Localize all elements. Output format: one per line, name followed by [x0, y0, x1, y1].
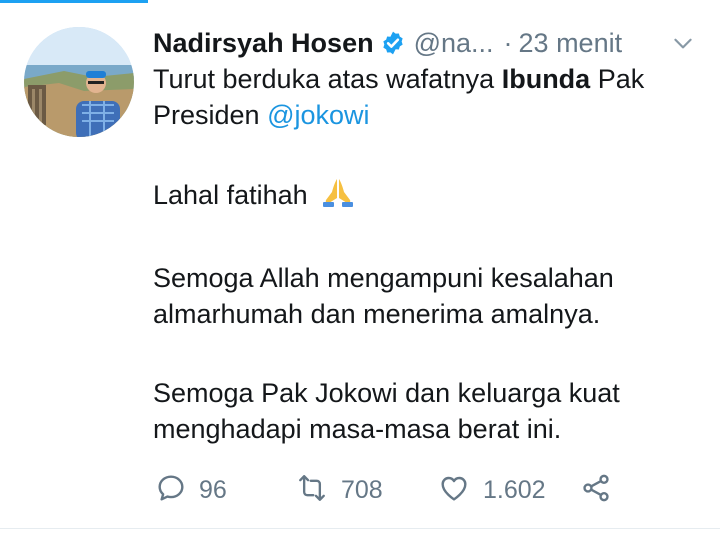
avatar[interactable]	[24, 27, 134, 137]
reply-count: 96	[199, 475, 227, 504]
tweet-paragraph-3: Semoga Allah mengampuni kesalahan almarh…	[153, 263, 614, 329]
tweet-text-segment: Presiden	[153, 100, 268, 130]
tweet-text: Turut berduka atas wafatnya Ibunda Pak P…	[153, 61, 708, 447]
tweet-text-bold: Ibunda	[501, 64, 591, 94]
heart-icon	[437, 472, 471, 509]
like-count: 1.602	[483, 475, 546, 504]
tweet-header: Nadirsyah Hosen @na... · 23 menit	[153, 23, 706, 63]
tweet-text-segment: Pak	[590, 64, 645, 94]
divider	[0, 528, 720, 529]
reply-button[interactable]: 96	[155, 472, 295, 509]
reply-icon	[155, 472, 187, 509]
tweet-paragraph-1: Turut berduka atas wafatnya Ibunda Pak P…	[153, 61, 708, 133]
active-tab-indicator	[0, 0, 148, 3]
retweet-icon	[295, 472, 329, 509]
tweet-text-segment: Lahal fatihah	[153, 180, 308, 210]
tweet-text-segment: Turut berduka atas wafatnya	[153, 64, 502, 94]
retweet-button[interactable]: 708	[295, 472, 437, 509]
author-name[interactable]: Nadirsyah Hosen	[153, 28, 374, 59]
chevron-down-icon[interactable]	[670, 30, 696, 56]
tweet-actions: 96 708 1.602	[155, 470, 613, 510]
share-icon	[579, 472, 613, 509]
verified-badge-icon	[380, 30, 406, 56]
share-button[interactable]	[579, 472, 613, 509]
retweet-count: 708	[341, 475, 383, 504]
author-handle[interactable]: @na...	[414, 28, 494, 59]
tweet-paragraph-2: Lahal fatihah	[153, 176, 708, 217]
avatar-photo	[24, 27, 134, 137]
tweet-timestamp[interactable]: 23 menit	[519, 28, 623, 59]
tweet-paragraph-4: Semoga Pak Jokowi dan keluarga kuat meng…	[153, 378, 620, 444]
mention-link[interactable]: @jokowi	[267, 100, 369, 130]
separator-dot: ·	[503, 27, 513, 58]
like-button[interactable]: 1.602	[437, 472, 579, 509]
folded-hands-emoji	[321, 176, 355, 217]
